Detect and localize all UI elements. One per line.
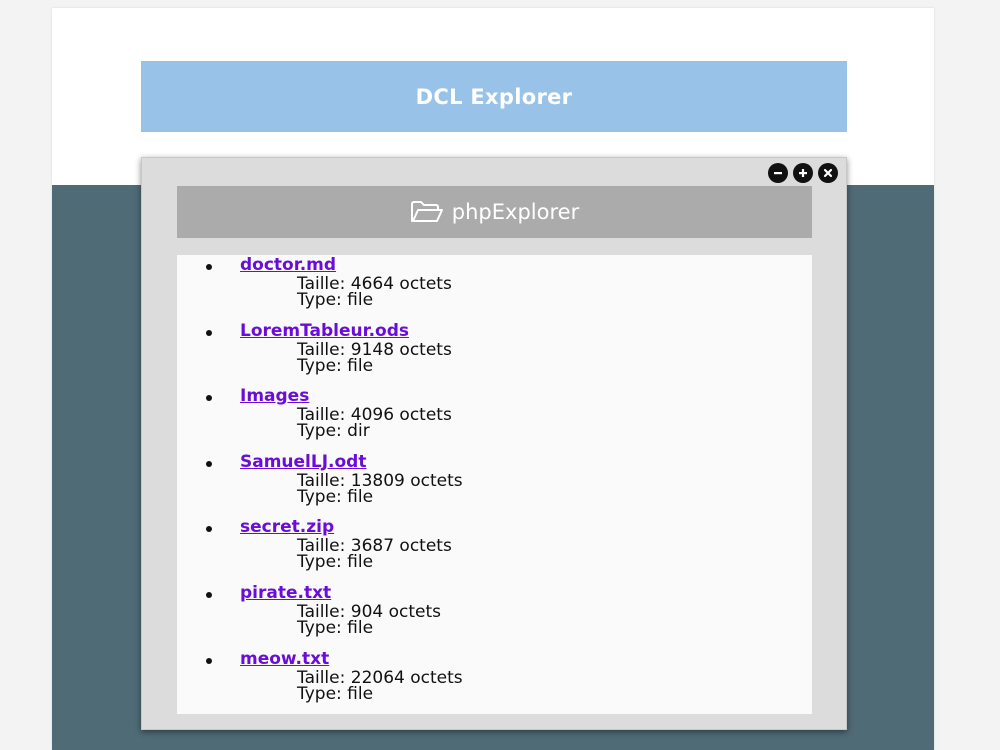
list-item: doctor.md Taille: 4664 octets Type: file bbox=[177, 255, 812, 321]
app-header-banner: DCL Explorer bbox=[141, 61, 847, 132]
plus-circle-icon bbox=[799, 169, 807, 177]
file-link[interactable]: SamuelLJ.odt bbox=[240, 451, 366, 473]
list-bullet bbox=[206, 526, 212, 533]
list-item: secret.zip Taille: 3687 octets Type: fil… bbox=[177, 517, 812, 583]
file-size: Taille: 9148 octets bbox=[297, 339, 452, 360]
file-list: doctor.md Taille: 4664 octets Type: file… bbox=[177, 255, 812, 714]
file-type: Type: dir bbox=[297, 421, 370, 442]
folder-open-icon bbox=[410, 200, 444, 224]
file-size: Taille: 904 octets bbox=[297, 601, 441, 622]
list-bullet bbox=[206, 591, 212, 598]
file-meta: Taille: 4096 octets Type: dir bbox=[297, 405, 812, 442]
file-meta: Taille: 9148 octets Type: file bbox=[297, 339, 812, 376]
list-item: meow.txt Taille: 22064 octets Type: file bbox=[177, 649, 812, 714]
file-list-panel: doctor.md Taille: 4664 octets Type: file… bbox=[177, 255, 812, 714]
minimize-button[interactable] bbox=[768, 163, 788, 183]
window-controls bbox=[768, 163, 838, 183]
file-size: Taille: 13809 octets bbox=[297, 470, 463, 491]
file-type: Type: file bbox=[297, 355, 374, 376]
file-meta: Taille: 22064 octets Type: file bbox=[297, 667, 812, 704]
maximize-button[interactable] bbox=[793, 163, 813, 183]
list-item: pirate.txt Taille: 904 octets Type: file bbox=[177, 583, 812, 649]
list-bullet bbox=[206, 460, 212, 467]
list-bullet bbox=[206, 657, 212, 664]
file-meta: Taille: 4664 octets Type: file bbox=[297, 274, 812, 310]
window-title: phpExplorer bbox=[451, 200, 580, 224]
file-size: Taille: 3687 octets bbox=[297, 536, 452, 557]
list-bullet bbox=[206, 264, 212, 270]
file-size: Taille: 4096 octets bbox=[297, 405, 452, 426]
close-button[interactable] bbox=[818, 163, 838, 183]
file-size: Taille: 4664 octets bbox=[297, 274, 452, 294]
app-title: DCL Explorer bbox=[415, 84, 573, 109]
file-link[interactable]: Images bbox=[240, 385, 309, 407]
explorer-window[interactable]: phpExplorer doctor.md Taille: 4664 octet… bbox=[141, 157, 847, 730]
file-link[interactable]: meow.txt bbox=[240, 648, 329, 670]
list-item: SamuelLJ.odt Taille: 13809 octets Type: … bbox=[177, 452, 812, 518]
file-meta: Taille: 13809 octets Type: file bbox=[297, 470, 812, 507]
file-size: Taille: 22064 octets bbox=[297, 667, 463, 688]
file-meta: Taille: 3687 octets Type: file bbox=[297, 536, 812, 573]
file-link[interactable]: pirate.txt bbox=[240, 582, 331, 604]
file-type: Type: file bbox=[297, 486, 374, 507]
file-link[interactable]: secret.zip bbox=[240, 516, 334, 538]
file-meta: Taille: 904 octets Type: file bbox=[297, 601, 812, 638]
file-type: Type: file bbox=[297, 552, 374, 573]
list-item: Images Taille: 4096 octets Type: dir bbox=[177, 386, 812, 452]
list-item: LoremTableur.ods Taille: 9148 octets Typ… bbox=[177, 321, 812, 387]
list-bullet bbox=[206, 395, 212, 402]
file-type: Type: file bbox=[297, 290, 374, 310]
list-bullet bbox=[206, 329, 212, 336]
minus-circle-icon bbox=[774, 172, 782, 175]
file-link[interactable]: LoremTableur.ods bbox=[240, 320, 409, 342]
file-type: Type: file bbox=[297, 683, 374, 704]
close-circle-icon bbox=[823, 168, 833, 178]
window-title-bar[interactable]: phpExplorer bbox=[177, 186, 812, 238]
file-type: Type: file bbox=[297, 617, 374, 638]
file-link[interactable]: doctor.md bbox=[240, 255, 336, 276]
